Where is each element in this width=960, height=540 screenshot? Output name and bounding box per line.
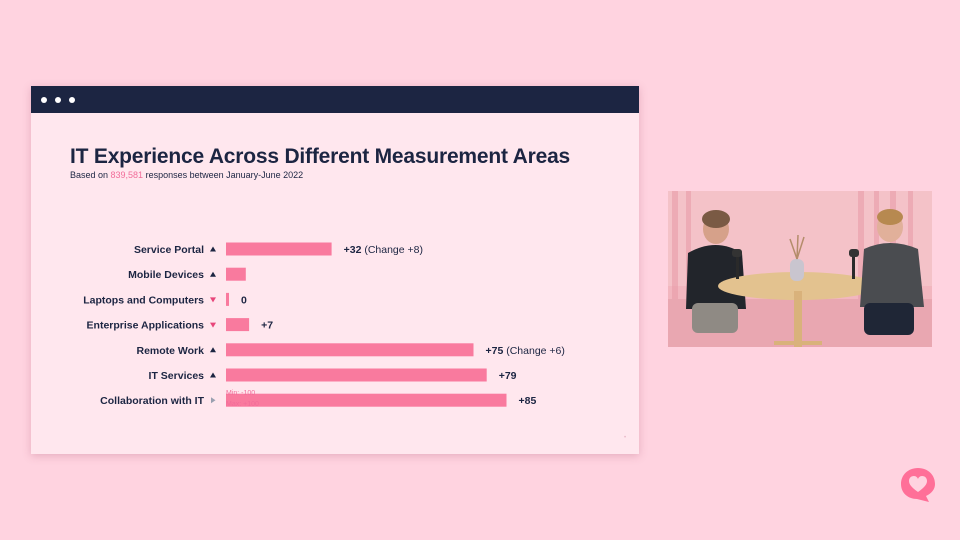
- value-label: +32 (Change +8): [344, 244, 423, 256]
- category-label: Enterprise Applications: [87, 320, 205, 332]
- heart-speech-bubble-icon: [901, 468, 935, 502]
- bar: [226, 267, 246, 281]
- corner-mark: •: [624, 435, 627, 441]
- category-label: Remote Work: [137, 345, 205, 357]
- value-label: +79: [499, 370, 517, 382]
- window-dot-icon[interactable]: [69, 97, 75, 103]
- video-feed[interactable]: [668, 191, 932, 347]
- bar: [226, 292, 229, 306]
- presentation-window: IT Experience Across Different Measureme…: [31, 86, 639, 454]
- trend-up-icon: [210, 372, 216, 378]
- scale-min-label: Min: -100: [226, 390, 256, 397]
- category-label: Mobile Devices: [128, 269, 204, 281]
- slide-content: IT Experience Across Different Measureme…: [31, 113, 639, 454]
- trend-up-icon: [210, 246, 216, 252]
- video-feed-icon: [668, 191, 932, 347]
- window-titlebar: [31, 86, 639, 113]
- scale-max-label: Max: +100: [226, 401, 259, 408]
- value-label: 0: [241, 294, 247, 306]
- bar: [226, 343, 474, 357]
- category-label: Collaboration with IT: [100, 395, 204, 407]
- value-label: +85: [519, 395, 537, 407]
- bar: [226, 242, 332, 256]
- bar-chart: Service Portal +32 (Change +8) Mobile Devi…: [83, 242, 565, 407]
- bar: [226, 393, 507, 407]
- trend-up-icon: [210, 271, 216, 277]
- trend-up-icon: [210, 347, 216, 353]
- window-dot-icon[interactable]: [55, 97, 61, 103]
- trend-neutral-icon: [211, 397, 216, 404]
- trend-down-icon: [210, 297, 216, 303]
- category-label: Laptops and Computers: [83, 294, 204, 306]
- category-label: Service Portal: [134, 244, 204, 256]
- trend-down-icon: [210, 322, 216, 328]
- category-label: IT Services: [149, 370, 205, 382]
- window-dot-icon[interactable]: [41, 97, 47, 103]
- bar: [226, 318, 250, 332]
- value-label: +7: [261, 320, 273, 332]
- value-label: +75 (Change +6): [486, 345, 565, 357]
- bar: [226, 368, 487, 382]
